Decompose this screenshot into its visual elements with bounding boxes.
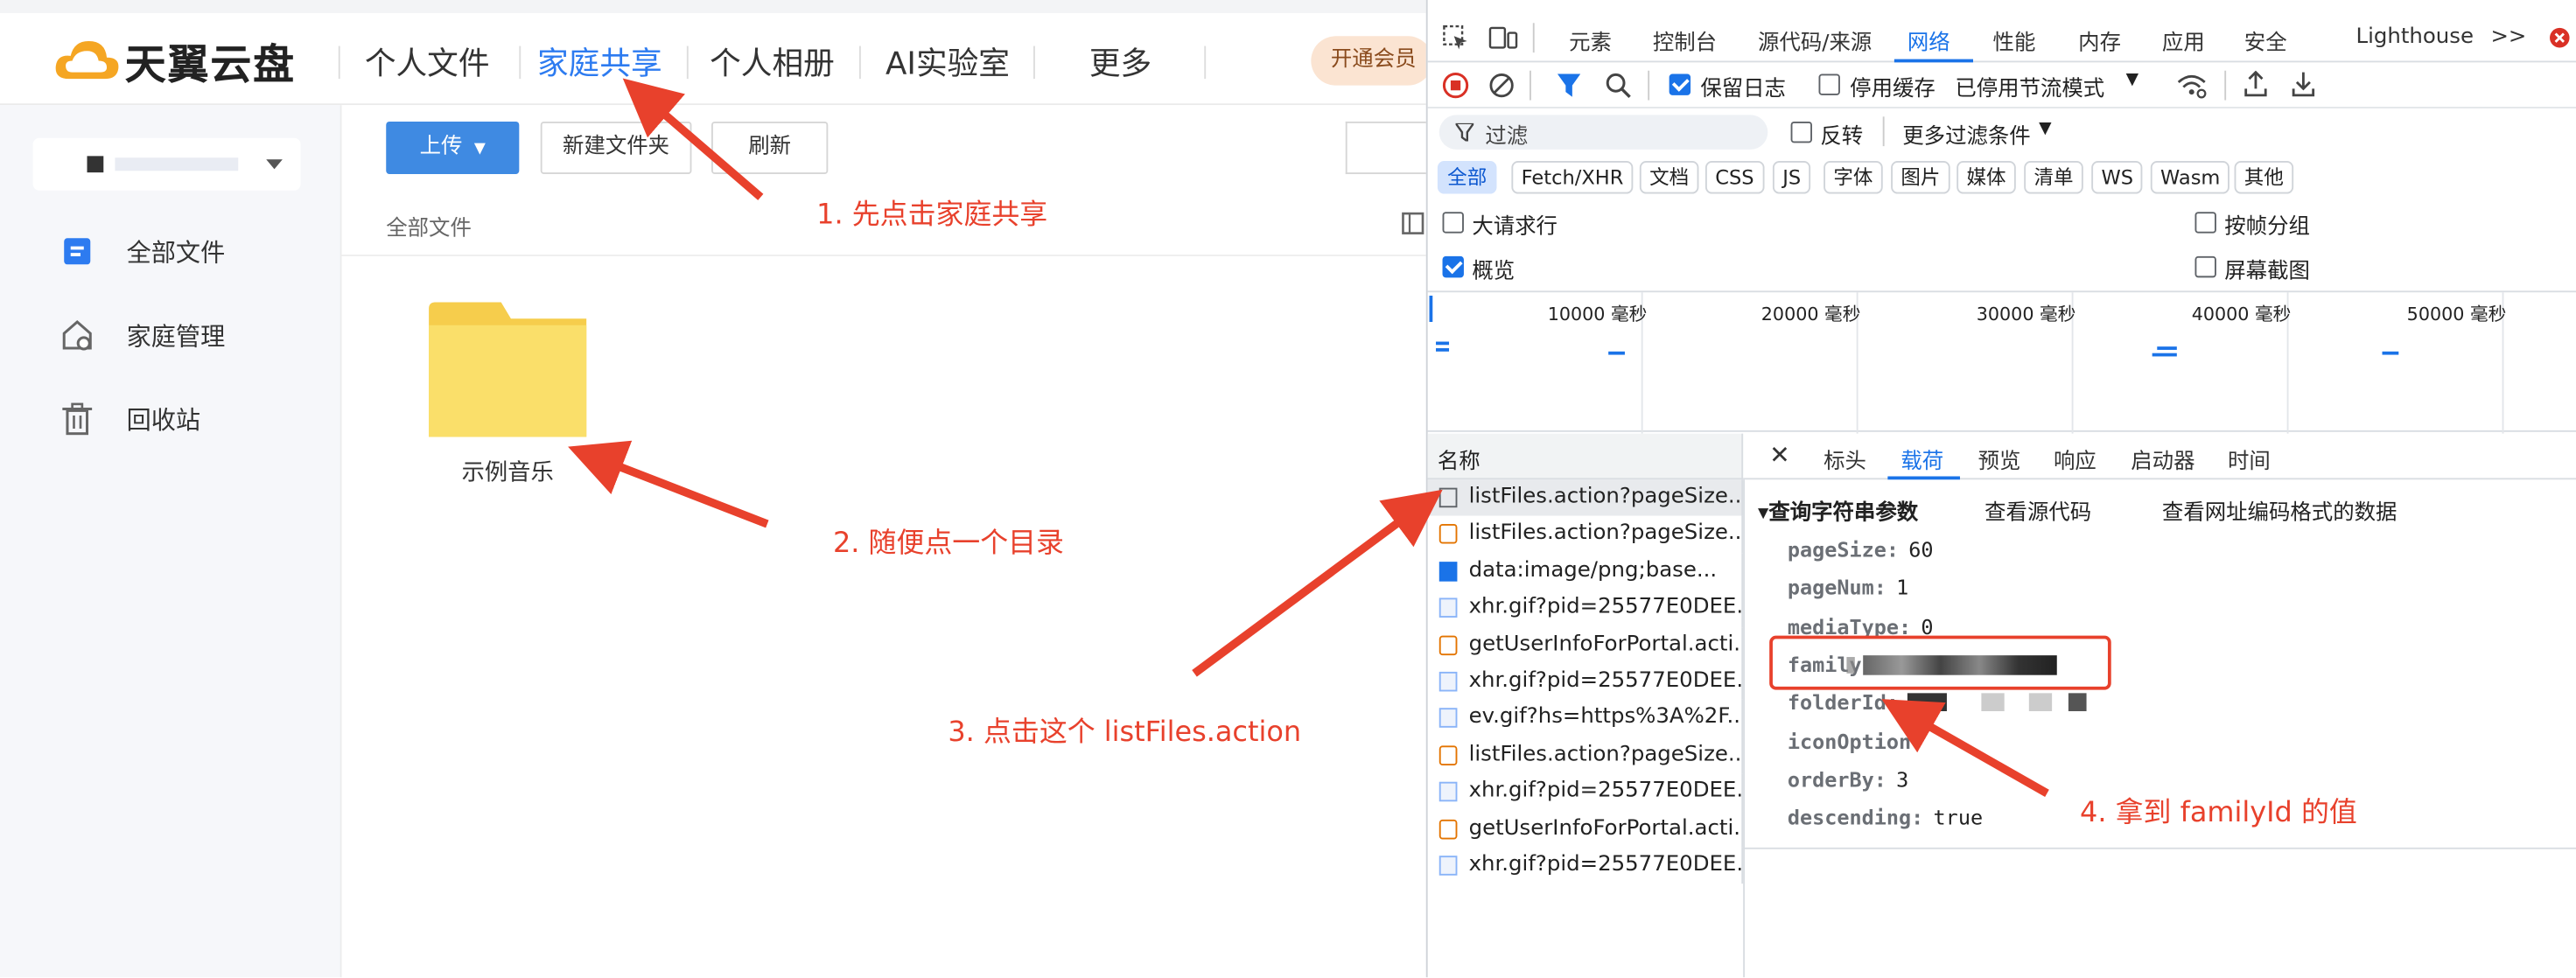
annotation-step1: 1. 先点击家庭共享 bbox=[816, 199, 1048, 232]
arrow-to-listfiles bbox=[1192, 489, 1443, 677]
annotation-step3: 3. 点击这个 listFiles.action bbox=[948, 716, 1302, 750]
arrow-to-folder bbox=[568, 440, 769, 528]
annotation-step2: 2. 随便点一个目录 bbox=[832, 527, 1064, 561]
arrow-to-family-share bbox=[622, 78, 764, 200]
annotation-arrows bbox=[568, 78, 2049, 797]
annotation-step4: 4. 拿到 familyId 的值 bbox=[2080, 796, 2357, 830]
arrow-to-familyid bbox=[1881, 699, 2049, 797]
